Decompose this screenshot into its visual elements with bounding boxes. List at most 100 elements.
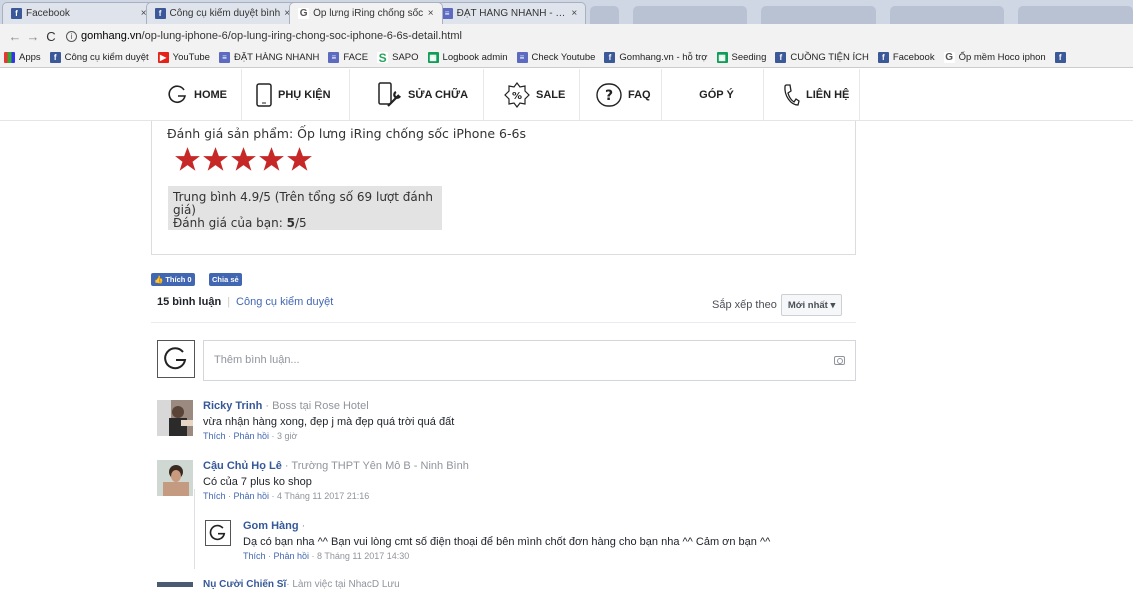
bookmark-label: ĐẶT HÀNG NHANH <box>233 52 320 63</box>
star-icon[interactable] <box>230 146 257 173</box>
bookmark-item[interactable]: ≡ Check Youtube <box>516 52 595 63</box>
your-rating: Đánh giá của bạn: 5/5 <box>173 217 437 230</box>
bookmark-item[interactable]: S SAPO <box>377 51 419 65</box>
new-tab-button[interactable] <box>590 6 619 24</box>
rating-summary-box: Trung bình 4.9/5 (Trên tổng số 69 lượt đ… <box>168 186 442 230</box>
like-link[interactable]: Thích <box>203 491 226 501</box>
star-icon[interactable] <box>202 146 229 173</box>
apps-icon <box>4 52 15 63</box>
browser-tab-moderation[interactable]: f Công cụ kiểm duyệt bình × <box>145 2 300 24</box>
star-rating[interactable] <box>174 146 314 173</box>
rating-average: Trung bình 4.9/5 (Trên tổng số 69 lượt đ… <box>173 190 433 217</box>
reply-link[interactable]: Phản hồi <box>274 551 310 561</box>
facebook-icon: f <box>154 8 166 19</box>
comment-time[interactable]: 8 Tháng 11 2017 14:30 <box>317 551 409 561</box>
docs-icon: ≡ <box>328 52 340 63</box>
bookmark-item[interactable]: ▦ Seeding <box>716 52 767 63</box>
avatar[interactable] <box>157 460 193 496</box>
commenter-name[interactable]: Cậu Chủ Họ Lê <box>203 460 282 472</box>
bookmark-item[interactable]: f Gomhang.vn - hỗ trợ <box>604 52 708 63</box>
blurred-tab[interactable] <box>632 6 748 24</box>
rating-title: Đánh giá sản phẩm: Ốp lưng iRing chống s… <box>167 126 526 141</box>
nav-contact[interactable]: LIÊN HỆ <box>776 69 860 121</box>
comment-time[interactable]: 3 giờ <box>277 431 297 441</box>
forward-icon[interactable]: → <box>24 29 42 44</box>
reply-link[interactable]: Phản hồi <box>234 491 270 501</box>
bookmark-item[interactable]: f Facebook <box>877 52 935 63</box>
facebook-like-button[interactable]: 👍 Thích 0 <box>151 273 195 286</box>
bookmark-item[interactable]: ≡ ĐẶT HÀNG NHANH <box>218 52 320 63</box>
bookmark-item[interactable]: ▦ Logbook admin <box>427 52 508 63</box>
url-field[interactable]: i gomhang.vn/op-lung-iphone-6/op-lung-iri… <box>66 30 1133 42</box>
bookmark-label: Ốp mềm Hoco iphon <box>958 52 1046 63</box>
google-icon: G <box>943 52 955 63</box>
sheets-icon: ▦ <box>716 52 728 63</box>
bookmark-apps[interactable]: Apps <box>4 52 41 63</box>
bookmark-item[interactable]: f <box>1054 52 1070 63</box>
blurred-tab[interactable] <box>889 6 1005 24</box>
nav-sale[interactable]: % SALE <box>498 69 580 121</box>
question-icon: ? <box>596 83 622 107</box>
bookmark-item[interactable]: ≡ FACE <box>328 52 368 63</box>
bookmark-item[interactable]: G Ốp mềm Hoco iphon <box>943 52 1046 63</box>
gomhang-logo-icon <box>164 347 187 370</box>
like-link[interactable]: Thích <box>203 431 226 441</box>
commenter-name[interactable]: Gom Hàng <box>243 520 299 532</box>
bookmark-item[interactable]: f Công cụ kiểm duyệt <box>49 52 149 63</box>
tab-close-icon[interactable]: × <box>571 8 577 19</box>
bookmark-item[interactable]: f CUỒNG TIỆN ÍCH <box>775 52 869 63</box>
browser-tab-order[interactable]: ≡ ĐẶT HÀNG NHANH - GO × <box>432 2 587 24</box>
avatar[interactable] <box>157 400 193 436</box>
url-path: /op-lung-iphone-6/op-lung-iring-chong-so… <box>141 30 462 42</box>
browser-tab-facebook[interactable]: f Facebook × <box>2 2 156 24</box>
commenter-meta: · Trường THPT Yên Mô B - Ninh Bình <box>281 460 469 472</box>
comment: Ricky Trinh · Boss tại Rose Hotel vừa nh… <box>203 400 455 441</box>
tab-close-icon[interactable]: × <box>428 8 434 19</box>
sort-label: Sắp xếp theo <box>712 299 777 311</box>
comment: Cậu Chủ Họ Lê · Trường THPT Yên Mô B - N… <box>203 460 469 501</box>
back-icon[interactable]: ← <box>6 29 24 44</box>
facebook-share-button[interactable]: Chia sẻ <box>209 273 242 286</box>
bookmark-label: Gomhang.vn - hỗ trợ <box>619 52 708 63</box>
comment: Nụ Cười Chiến Sĩ · Làm việc tại NhacD Lư… <box>203 579 400 589</box>
star-icon[interactable] <box>258 146 285 173</box>
svg-text:%: % <box>512 91 522 102</box>
camera-icon[interactable] <box>834 356 845 365</box>
sort-dropdown[interactable]: Mới nhất ▾ <box>780 294 843 316</box>
commenter-meta: · <box>298 520 306 532</box>
blurred-tab[interactable] <box>761 6 876 24</box>
nav-accessories[interactable]: PHỤ KIỆN <box>250 69 350 121</box>
like-link[interactable]: Thích <box>243 551 266 561</box>
comment-time[interactable]: 4 Tháng 11 2017 21:16 <box>277 491 369 501</box>
comments-header: 15 bình luận | Công cụ kiểm duyệt <box>157 296 333 308</box>
sheets-icon: ▦ <box>427 52 439 63</box>
nav-home[interactable]: HOME <box>162 69 242 121</box>
nav-repair[interactable]: SỬA CHỮA <box>372 69 484 121</box>
avatar[interactable] <box>157 580 193 587</box>
nav-feedback[interactable]: GÓP Ý <box>670 69 764 121</box>
bookmark-item[interactable]: ▶ YouTube <box>157 52 210 63</box>
commenter-name[interactable]: Nụ Cười Chiến Sĩ <box>203 579 286 589</box>
star-icon[interactable] <box>174 146 201 173</box>
browser-tab-product[interactable]: G Ốp lưng iRing chống sốc × <box>289 2 443 24</box>
commenter-name[interactable]: Ricky Trinh <box>203 400 262 412</box>
star-icon[interactable] <box>286 146 313 173</box>
bookmark-label: Seeding <box>731 52 767 63</box>
nav-faq[interactable]: ? FAQ <box>590 69 662 121</box>
google-icon: G <box>298 8 310 19</box>
avatar[interactable] <box>205 520 231 546</box>
reply-link[interactable]: Phản hồi <box>234 431 270 441</box>
sort-control: Sắp xếp theo Mới nhất ▾ <box>712 294 843 316</box>
moderation-tools-link[interactable]: Công cụ kiểm duyệt <box>236 296 333 308</box>
percent-badge-icon: % <box>504 82 530 108</box>
reload-icon[interactable]: C <box>42 29 60 44</box>
bookmark-label: SAPO <box>392 52 419 63</box>
blurred-tab[interactable] <box>1018 6 1133 24</box>
bookmark-label: Apps <box>19 52 41 63</box>
bookmark-label: Công cụ kiểm duyệt <box>64 52 149 63</box>
nav-label: GÓP Ý <box>699 89 734 101</box>
comment-input[interactable]: Thêm bình luận... <box>203 340 856 381</box>
gomhang-logo-icon <box>168 85 188 105</box>
facebook-icon: f <box>877 52 889 63</box>
docs-icon: ≡ <box>441 8 453 19</box>
